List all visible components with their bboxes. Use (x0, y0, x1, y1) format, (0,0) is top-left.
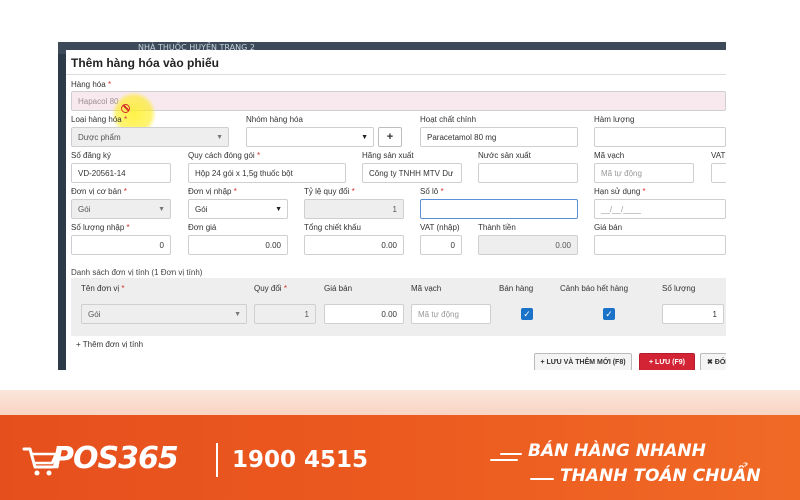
add-group-button[interactable]: + (378, 127, 402, 147)
title-divider (66, 74, 726, 75)
packaging-input[interactable]: Hộp 24 gói x 1,5g thuốc bột (188, 163, 346, 183)
close-button[interactable]: ✖ ĐÓNG (700, 353, 726, 370)
sell-price-label: Giá bán (594, 223, 623, 232)
chevron-down-icon: ▼ (275, 206, 282, 213)
manufacturer-label: Hãng sản xuất (362, 151, 414, 160)
unit-price-input[interactable]: 0.00 (188, 235, 288, 255)
speed-streak (500, 453, 522, 455)
chevron-down-icon: ▼ (158, 206, 165, 213)
col-price: Giá bán (324, 284, 353, 293)
chevron-down-icon: ▼ (234, 311, 241, 318)
unit-ratio-input: 1 (254, 304, 316, 324)
import-unit-label: Đơn vị nhập * (188, 187, 237, 196)
col-ratio: Quy đổi * (254, 284, 287, 293)
ratio-label: Tỷ lệ quy đổi * (304, 187, 355, 196)
product-input[interactable]: Hapacol 80 (71, 91, 726, 111)
col-unit-name: Tên đơn vị * (81, 284, 125, 293)
chevron-down-icon: ▼ (216, 134, 223, 141)
reg-no-input[interactable]: VD-20561-14 (71, 163, 171, 183)
vat-input[interactable] (711, 163, 726, 183)
packaging-label: Quy cách đóng gói * (188, 151, 261, 160)
unit-barcode-input[interactable]: Mã tự động (411, 304, 491, 324)
vat-import-input[interactable]: 0 (420, 235, 462, 255)
save-button[interactable]: + LƯU (F9) (639, 353, 695, 370)
lot-label: Số lô * (420, 187, 444, 196)
slogan-line-1: BÁN HÀNG NHANH (528, 441, 706, 461)
brand-footer: POS365 1900 4515 BÁN HÀNG NHANH THANH TO… (0, 415, 800, 500)
group-select[interactable]: ▼ (246, 127, 374, 147)
sell-price-input[interactable] (594, 235, 726, 255)
not-allowed-icon (121, 104, 130, 113)
active-ingredient-label: Hoạt chất chính (420, 115, 477, 124)
unit-price-cell[interactable]: 0.00 (324, 304, 404, 324)
qty-import-input[interactable]: 0 (71, 235, 171, 255)
content-input[interactable] (594, 127, 726, 147)
col-barcode: Mã vạch (411, 284, 442, 293)
col-qty: Số lượng (662, 284, 696, 293)
speed-streak (490, 459, 518, 461)
brand-name: POS365 (52, 441, 179, 476)
unit-table: Tên đơn vị * Quy đổi * Giá bán Mã vạch B… (71, 278, 726, 336)
sell-checkbox[interactable]: ✓ (521, 308, 533, 320)
vat-label: VAT (711, 151, 726, 160)
chevron-down-icon: ▼ (361, 134, 368, 141)
product-label: Hàng hóa * (71, 80, 112, 89)
active-ingredient-input[interactable]: Paracetamol 80 mg (420, 127, 578, 147)
alert-checkbox[interactable]: ✓ (603, 308, 615, 320)
unit-list-title: Danh sách đơn vị tính (1 Đơn vị tính) (71, 268, 203, 277)
lot-input[interactable] (420, 199, 578, 219)
barcode-label: Mã vạch (594, 151, 625, 160)
category-select[interactable]: Dược phẩm ▼ (71, 127, 229, 147)
modal-title: Thêm hàng hóa vào phiếu (71, 56, 220, 70)
total-label: Thành tiền (478, 223, 516, 232)
app-screenshot: NHÀ THUỐC HUYỀN TRANG 2 Thêm hàng hóa và… (58, 42, 726, 370)
unit-price-label: Đơn giá (188, 223, 217, 232)
base-unit-label: Đơn vị cơ bản * (71, 187, 127, 196)
slogan-line-2: THANH TOÁN CHUẨN (560, 466, 761, 486)
add-unit-link[interactable]: + Thêm đơn vị tính (76, 340, 143, 349)
vat-import-label: VAT (nhập) (420, 223, 460, 232)
expiry-input[interactable]: __/__/____ (594, 199, 726, 219)
add-product-modal: Thêm hàng hóa vào phiếu Hàng hóa * Hapac… (66, 50, 726, 370)
import-unit-select[interactable]: Gói ▼ (188, 199, 288, 219)
country-input[interactable] (478, 163, 578, 183)
discount-label: Tổng chiết khấu (304, 223, 361, 232)
category-label: Loại hàng hóa * (71, 115, 128, 124)
expiry-label: Hạn sử dụng * (594, 187, 646, 196)
ratio-input[interactable]: 1 (304, 199, 404, 219)
qty-import-label: Số lượng nhập * (71, 223, 130, 232)
col-sell: Bán hàng (499, 284, 534, 293)
content-label: Hàm lượng (594, 115, 635, 124)
total-input: 0.00 (478, 235, 578, 255)
save-and-new-button[interactable]: + LƯU VÀ THÊM MỚI (F8) (534, 353, 632, 370)
col-alert: Cảnh báo hết hàng (560, 284, 629, 293)
manufacturer-input[interactable]: Công ty TNHH MTV Dư (362, 163, 462, 183)
base-unit-select[interactable]: Gói ▼ (71, 199, 171, 219)
reg-no-label: Số đăng ký (71, 151, 112, 160)
speed-streak (530, 478, 554, 480)
discount-input[interactable]: 0.00 (304, 235, 404, 255)
barcode-input[interactable]: Mã tự động (594, 163, 694, 183)
hotline: 1900 4515 (232, 447, 369, 473)
group-label: Nhóm hàng hóa (246, 115, 303, 124)
footer-divider (216, 443, 218, 477)
unit-qty-input[interactable]: 1 (662, 304, 724, 324)
app-sidebar-edge (58, 54, 66, 370)
country-label: Nước sản xuất (478, 151, 531, 160)
unit-name-select[interactable]: Gói ▼ (81, 304, 247, 324)
